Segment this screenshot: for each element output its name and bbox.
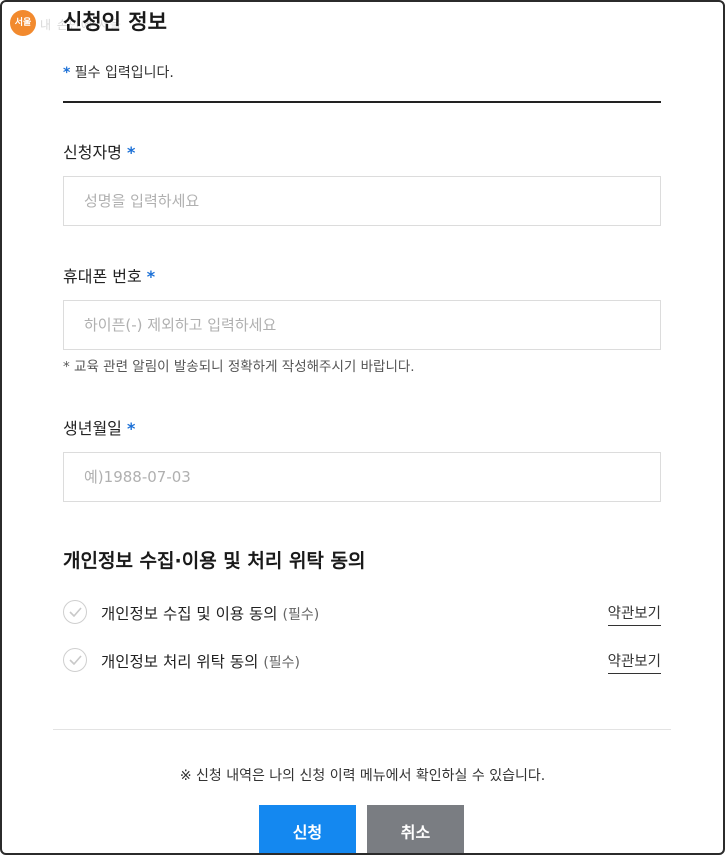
phone-hint: * 교육 관련 알림이 발송되니 정확하게 작성해주시기 바랍니다. — [63, 359, 415, 375]
name-label-text: 신청자명 — [63, 143, 122, 162]
required-star: * — [63, 65, 71, 81]
seoul-logo-icon: 서울 — [10, 10, 36, 36]
consent-item-outsourcing: 개인정보 처리 위탁 동의 (필수) 약관보기 — [63, 648, 661, 676]
consent-required-tag: (필수) — [282, 607, 320, 623]
name-input[interactable] — [63, 176, 661, 226]
consent-item-collection: 개인정보 수집 및 이용 동의 (필수) 약관보기 — [63, 600, 661, 628]
check-icon — [69, 607, 82, 617]
birthdate-input[interactable] — [63, 452, 661, 502]
birthdate-label-text: 생년월일 — [63, 419, 122, 438]
consent-label-text: 개인정보 수집 및 이용 동의 — [101, 605, 278, 623]
footer-divider — [53, 729, 671, 730]
required-note-text: 필수 입력입니다. — [74, 65, 174, 81]
consent-label-text: 개인정보 처리 위탁 동의 — [101, 653, 259, 671]
phone-label: 휴대폰 번호 * — [63, 263, 155, 287]
section-title: 신청인 정보 — [63, 10, 167, 34]
consent-required-tag: (필수) — [263, 655, 301, 671]
consent-checkbox[interactable] — [63, 648, 87, 672]
view-terms-link[interactable]: 약관보기 — [607, 602, 661, 626]
section-divider — [63, 101, 661, 103]
application-form-window: 서울 내 손안에 서울 신청인 정보 * 필수 입력입니다. 신청자명 * 휴대… — [0, 0, 725, 855]
birthdate-label: 생년월일 * — [63, 415, 135, 439]
check-icon — [69, 655, 82, 665]
required-star: * — [126, 419, 136, 438]
consent-label: 개인정보 처리 위탁 동의 (필수) — [101, 650, 300, 672]
view-terms-link[interactable]: 약관보기 — [607, 650, 661, 674]
submit-button[interactable]: 신청 — [259, 805, 356, 853]
history-note: ※ 신청 내역은 나의 신청 이력 메뉴에서 확인하실 수 있습니다. — [179, 768, 546, 784]
phone-label-text: 휴대폰 번호 — [63, 267, 142, 286]
consent-checkbox[interactable] — [63, 600, 87, 624]
consent-title: 개인정보 수집·이용 및 처리 위탁 동의 — [63, 550, 366, 572]
name-label: 신청자명 * — [63, 139, 135, 163]
consent-label: 개인정보 수집 및 이용 동의 (필수) — [101, 602, 319, 624]
phone-input[interactable] — [63, 300, 661, 350]
required-star: * — [126, 143, 136, 162]
required-star: * — [146, 267, 156, 286]
cancel-button[interactable]: 취소 — [367, 805, 464, 853]
required-note: * 필수 입력입니다. — [63, 62, 174, 82]
